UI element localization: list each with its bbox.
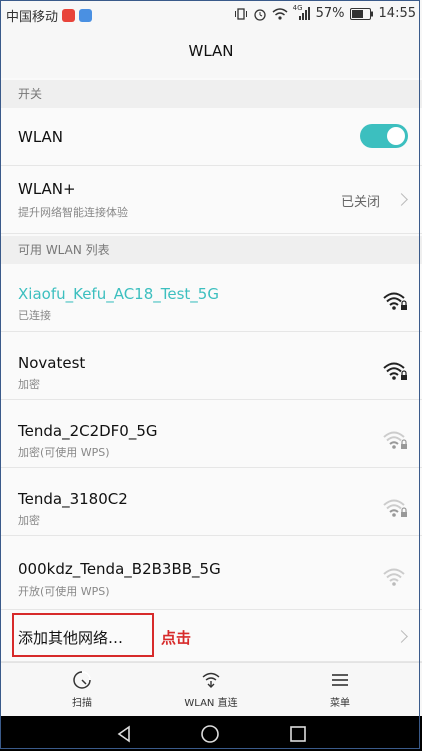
network-status: 加密 (18, 514, 40, 527)
bottom-action-bar: 扫描 WLAN 直连 菜单 (0, 662, 422, 716)
network-item[interactable]: Novatest 加密 (0, 332, 422, 400)
network-ssid: Tenda_3180C2 (18, 490, 128, 508)
battery-icon (349, 7, 373, 20)
menu-icon (332, 674, 348, 686)
network-status: 开放(可使用 WPS) (18, 585, 110, 598)
wlan-direct-icon (202, 672, 220, 688)
carrier-label: 中国移动 (6, 10, 59, 25)
alarm-icon (253, 8, 266, 21)
wlan-direct-button[interactable]: WLAN 直连 (161, 669, 261, 709)
toggle-knob (387, 127, 405, 145)
chevron-right-icon (395, 193, 408, 206)
wifi-status-icon (272, 7, 288, 20)
wlan-plus-status: 已关闭 (340, 195, 380, 210)
wlan-toggle-switch[interactable] (360, 124, 408, 148)
highlight-box (12, 613, 154, 657)
network-item[interactable]: 000kdz_Tenda_B2B3BB_5G 开放(可使用 WPS) (0, 536, 422, 610)
signal-icon: 4G (293, 4, 311, 21)
battery-percent: 57% (315, 6, 345, 21)
scan-button[interactable]: 扫描 (32, 669, 132, 709)
network-ssid: Xiaofu_Kefu_AC18_Test_5G (18, 285, 219, 303)
network-item[interactable]: Tenda_3180C2 加密 (0, 468, 422, 536)
menu-label: 菜单 (330, 698, 350, 709)
wlan-direct-label: WLAN 直连 (184, 698, 238, 709)
section-available-label: 可用 WLAN 列表 (18, 243, 110, 257)
wlan-toggle-row[interactable]: WLAN (0, 108, 422, 166)
wlan-plus-row[interactable]: WLAN+ 提升网络智能连接体验 已关闭 (0, 166, 422, 234)
wlan-plus-label: WLAN+ (18, 180, 76, 198)
network-ssid: Tenda_2C2DF0_5G (18, 422, 158, 440)
back-icon[interactable] (114, 724, 134, 744)
app-icon (79, 9, 93, 22)
annotation-text: 点击 (161, 629, 192, 647)
wifi-lock-icon (383, 292, 407, 310)
wifi-lock-icon (383, 499, 407, 517)
section-switch-label: 开关 (18, 87, 43, 101)
recents-icon[interactable] (288, 724, 308, 744)
network-status: 已连接 (18, 309, 51, 322)
wifi-icon (383, 568, 405, 586)
weibo-icon (62, 9, 76, 22)
network-item[interactable]: Tenda_2C2DF0_5G 加密(可使用 WPS) (0, 400, 422, 468)
wlan-toggle-label: WLAN (18, 128, 64, 146)
network-status: 加密(可使用 WPS) (18, 446, 110, 459)
wifi-lock-icon (383, 362, 407, 380)
wlan-plus-subtitle: 提升网络智能连接体验 (18, 206, 128, 219)
chevron-right-icon (395, 630, 408, 643)
network-ssid: 000kdz_Tenda_B2B3BB_5G (18, 560, 221, 578)
section-header-available: 可用 WLAN 列表 (0, 236, 422, 264)
menu-button[interactable]: 菜单 (290, 669, 390, 709)
vibrate-icon (234, 7, 247, 20)
scan-label: 扫描 (72, 698, 92, 709)
network-item[interactable]: Xiaofu_Kefu_AC18_Test_5G 已连接 (0, 264, 422, 332)
system-nav-bar (0, 716, 422, 751)
home-icon[interactable] (200, 724, 220, 744)
section-header-switch: 开关 (0, 80, 422, 108)
scan-icon (73, 671, 91, 689)
clock: 14:55 (378, 6, 416, 21)
wifi-lock-icon (383, 431, 407, 449)
page-title: WLAN (0, 28, 422, 78)
network-status: 加密 (18, 378, 40, 391)
status-bar: 中国移动 4G 57% 14:55 (0, 0, 422, 28)
network-ssid: Novatest (18, 354, 86, 372)
